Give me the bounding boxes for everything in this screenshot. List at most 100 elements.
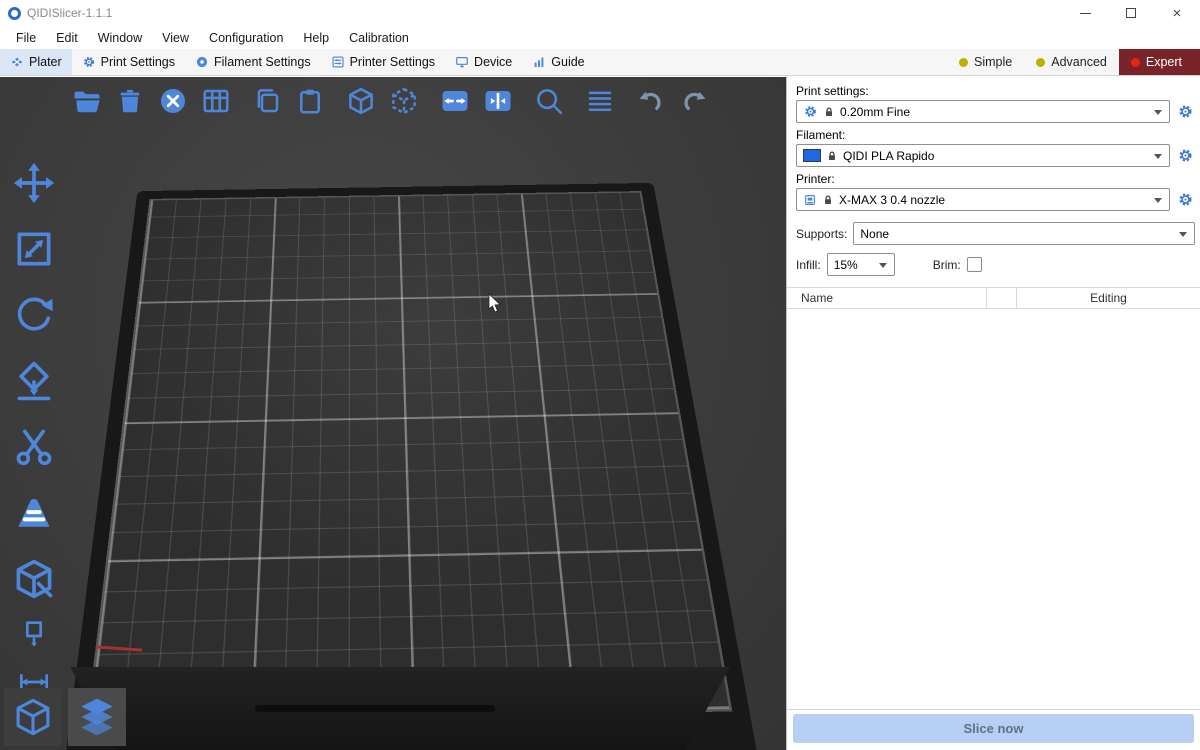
- undo-button[interactable]: [634, 84, 668, 118]
- menu-configuration[interactable]: Configuration: [199, 28, 293, 48]
- printer-base-slot: [255, 705, 495, 712]
- open-folder-icon: [72, 86, 102, 116]
- copy-button[interactable]: [250, 84, 284, 118]
- cut-icon: [12, 425, 56, 469]
- layer-lines-icon: [585, 86, 615, 116]
- delete-button[interactable]: [113, 84, 147, 118]
- minimize-button[interactable]: [1062, 0, 1108, 26]
- tab-plater[interactable]: Plater: [0, 49, 72, 75]
- tab-filament-settings[interactable]: Filament Settings: [185, 49, 321, 75]
- move-icon: [12, 161, 56, 205]
- remove-instance-button[interactable]: [387, 84, 421, 118]
- variable-layer-height-button[interactable]: [583, 84, 617, 118]
- mode-simple[interactable]: Simple: [947, 49, 1024, 75]
- open-button[interactable]: [70, 84, 104, 118]
- tab-print-settings-label: Print Settings: [101, 55, 175, 69]
- gear-icon: [803, 104, 818, 119]
- menubar: File Edit Window View Configuration Help…: [0, 26, 1200, 49]
- supports-select[interactable]: None: [853, 222, 1195, 245]
- slice-now-button[interactable]: Slice now: [793, 714, 1194, 743]
- emboss-tool-button[interactable]: [8, 553, 60, 605]
- viewport-3d[interactable]: [0, 77, 786, 750]
- tab-device-label: Device: [474, 55, 512, 69]
- search-button[interactable]: [532, 84, 566, 118]
- column-name-header[interactable]: Name: [787, 288, 987, 308]
- drop-to-bed-icon: [18, 618, 50, 650]
- minimize-icon: [1080, 13, 1091, 14]
- menu-edit[interactable]: Edit: [46, 28, 88, 48]
- close-button[interactable]: ×: [1154, 0, 1200, 26]
- brim-label: Brim:: [933, 258, 961, 272]
- print-settings-gear-button[interactable]: [1175, 102, 1195, 122]
- filament-row: QIDI PLA Rapido: [796, 144, 1195, 167]
- scale-tool-button[interactable]: [8, 223, 60, 275]
- tab-guide[interactable]: Guide: [522, 49, 594, 75]
- object-list-header: Name Editing: [787, 288, 1200, 309]
- object-list: Name Editing: [787, 287, 1200, 710]
- tab-device[interactable]: Device: [445, 49, 522, 75]
- advanced-dot-icon: [1036, 58, 1045, 67]
- titlebar: QIDISlicer-1.1.1 ×: [0, 0, 1200, 26]
- menu-file[interactable]: File: [6, 28, 46, 48]
- paint-supports-tool-button[interactable]: [8, 487, 60, 539]
- print-settings-row: 0.20mm Fine: [796, 100, 1195, 123]
- mode-advanced[interactable]: Advanced: [1024, 49, 1119, 75]
- lock-icon: [823, 106, 835, 118]
- mode-expert-label: Expert: [1146, 55, 1182, 69]
- gear-icon: [1177, 191, 1194, 208]
- tab-printer-settings[interactable]: Printer Settings: [321, 49, 445, 75]
- maximize-button[interactable]: [1108, 0, 1154, 26]
- printer-icon: [803, 193, 817, 207]
- place-on-face-tool-button[interactable]: [8, 355, 60, 407]
- infill-select[interactable]: 15%: [827, 253, 895, 276]
- tabbar: Plater Print Settings Filament Settings …: [0, 49, 1200, 76]
- filament-gear-button[interactable]: [1175, 146, 1195, 166]
- app-logo-icon: [8, 7, 21, 20]
- tab-print-settings[interactable]: Print Settings: [72, 49, 185, 75]
- cut-tool-button[interactable]: [8, 421, 60, 473]
- plater-icon: [10, 55, 24, 69]
- menu-window[interactable]: Window: [88, 28, 152, 48]
- split-parts-button[interactable]: [481, 84, 515, 118]
- trash-icon: [115, 86, 145, 116]
- 3d-editor-icon: [12, 696, 54, 738]
- arrange-icon: [201, 86, 231, 116]
- add-instance-button[interactable]: [344, 84, 378, 118]
- layers-preview-view-button[interactable]: [68, 688, 126, 746]
- move-tool-button[interactable]: [8, 157, 60, 209]
- main-area: Print settings: 0.20mm Fine Filament: QI…: [0, 77, 1200, 750]
- print-bed[interactable]: [86, 191, 732, 725]
- 3d-editor-view-button[interactable]: [4, 688, 62, 746]
- printer-row: X-MAX 3 0.4 nozzle: [796, 188, 1195, 211]
- arrange-button[interactable]: [199, 84, 233, 118]
- split-objects-icon: [440, 86, 470, 116]
- menu-calibration[interactable]: Calibration: [339, 28, 419, 48]
- tab-guide-label: Guide: [551, 55, 584, 69]
- infill-label: Infill:: [796, 258, 821, 272]
- printer-gear-button[interactable]: [1175, 190, 1195, 210]
- rotate-tool-button[interactable]: [8, 289, 60, 341]
- split-parts-icon: [483, 86, 513, 116]
- split-objects-button[interactable]: [438, 84, 472, 118]
- printer-select[interactable]: X-MAX 3 0.4 nozzle: [796, 188, 1170, 211]
- column-extruder-header[interactable]: [987, 288, 1017, 308]
- filament-select[interactable]: QIDI PLA Rapido: [796, 144, 1170, 167]
- search-icon: [534, 86, 564, 116]
- brim-checkbox[interactable]: [967, 257, 982, 272]
- close-icon: ×: [1173, 6, 1182, 21]
- supports-row: Supports: None: [796, 222, 1195, 245]
- menu-help[interactable]: Help: [293, 28, 339, 48]
- scale-icon: [12, 227, 56, 271]
- mode-expert[interactable]: Expert: [1119, 49, 1200, 75]
- print-settings-select[interactable]: 0.20mm Fine: [796, 100, 1170, 123]
- drop-to-bed-tool-button[interactable]: [13, 615, 55, 653]
- menu-view[interactable]: View: [152, 28, 199, 48]
- filament-icon: [195, 55, 209, 69]
- guide-icon: [532, 55, 546, 69]
- paste-button[interactable]: [293, 84, 327, 118]
- lock-icon: [822, 194, 834, 206]
- object-list-body[interactable]: [787, 309, 1200, 709]
- delete-all-button[interactable]: [156, 84, 190, 118]
- column-editing-header[interactable]: Editing: [1017, 288, 1200, 308]
- redo-button[interactable]: [677, 84, 711, 118]
